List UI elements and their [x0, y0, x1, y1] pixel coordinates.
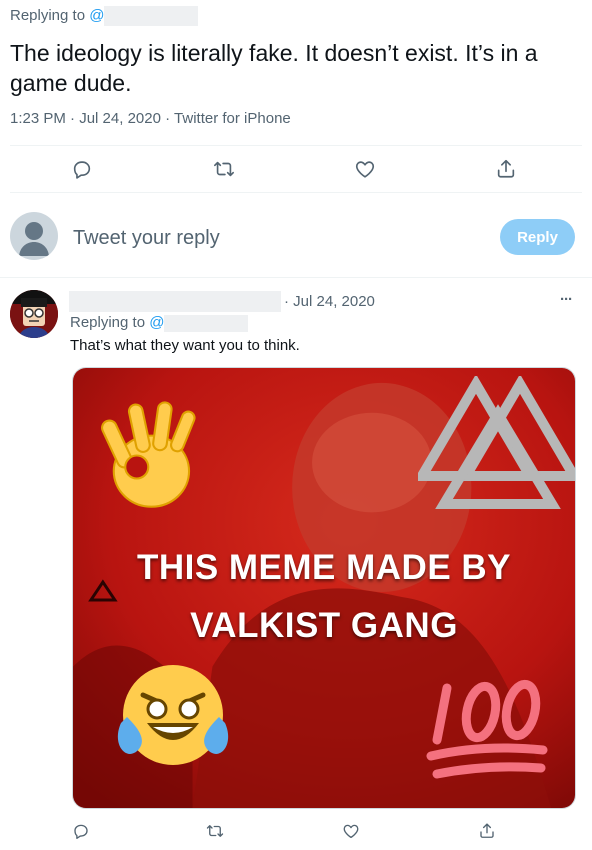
reply-icon[interactable]: [71, 158, 93, 180]
retweet-icon[interactable]: [205, 822, 225, 840]
like-icon[interactable]: [354, 158, 376, 180]
reply-input[interactable]: Tweet your reply: [73, 225, 473, 251]
retweet-icon[interactable]: [212, 158, 236, 180]
divider: [0, 277, 592, 278]
redacted-display-name: [69, 291, 281, 312]
tweet-source-link[interactable]: Twitter for iPhone: [174, 110, 291, 127]
replying-to-label: Replying to: [70, 314, 146, 331]
meme-caption-line1: THIS MEME MADE BY: [136, 548, 512, 587]
user-avatar-placeholder: [10, 212, 58, 260]
meta-separator: ·: [70, 110, 76, 127]
tweet-meta: 1:23 PM · Jul 24, 2020 · Twitter for iPh…: [10, 109, 291, 129]
tweet-time-link[interactable]: 1:23 PM: [10, 110, 66, 127]
reply-text: That’s what they want you to think.: [70, 337, 300, 354]
share-icon[interactable]: [495, 157, 517, 180]
ok-hand-emoji: [101, 398, 206, 513]
redacted-handle: [164, 314, 249, 332]
divider: [10, 192, 582, 193]
reply-replying-to-line: Replying to @: [70, 313, 249, 333]
tweet-text: The ideology is literally fake. It doesn…: [10, 40, 538, 96]
valknut-symbol: [418, 376, 575, 511]
hundred-emoji: [423, 668, 553, 788]
meme-caption-line2: VALKIST GANG: [190, 606, 458, 645]
divider: [10, 145, 582, 146]
laughing-emoji: [113, 653, 233, 773]
replying-to-line: Replying to @: [10, 6, 199, 27]
reply-button[interactable]: Reply: [500, 219, 575, 255]
reply-icon[interactable]: [72, 822, 90, 840]
meme-image[interactable]: THIS MEME MADE BY VALKIST GANG: [72, 367, 576, 809]
tweet-date-link[interactable]: Jul 24, 2020: [79, 110, 161, 127]
replying-to-label: Replying to: [10, 7, 86, 24]
reply-date-link[interactable]: · Jul 24, 2020: [284, 292, 375, 312]
share-icon[interactable]: [478, 821, 496, 840]
reply-author-avatar[interactable]: [10, 290, 58, 338]
more-options-icon[interactable]: ···: [560, 290, 573, 310]
redacted-handle: [104, 6, 199, 27]
replying-to-handle-link[interactable]: @: [149, 314, 164, 331]
replying-to-handle-link[interactable]: @: [89, 7, 104, 24]
meta-separator: ·: [165, 110, 171, 127]
like-icon[interactable]: [342, 822, 360, 840]
